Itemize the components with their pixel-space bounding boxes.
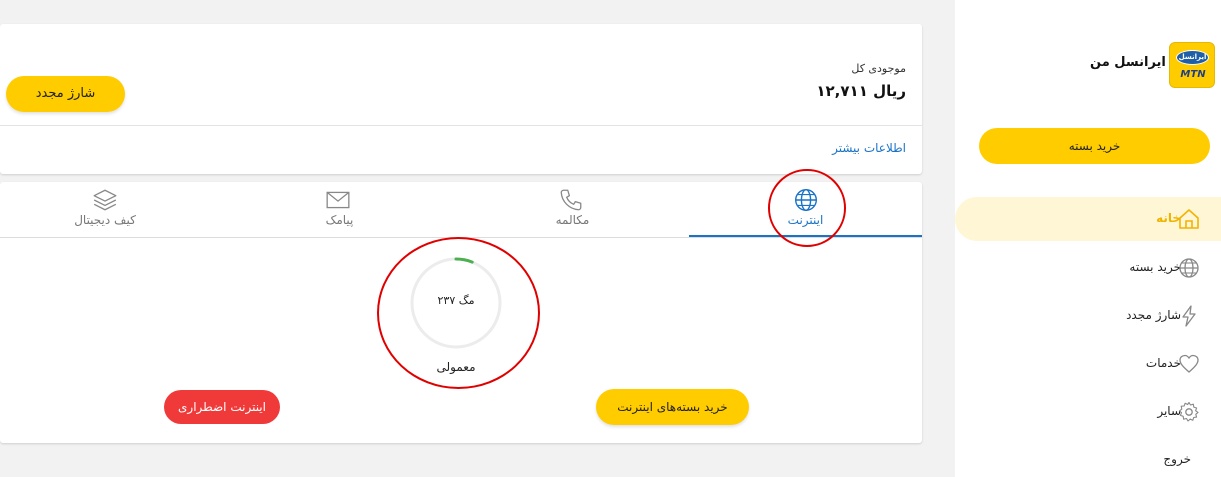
sidebar-item-recharge[interactable]: شارژ مجدد xyxy=(955,294,1221,338)
sidebar-item-buy-package[interactable]: خرید بسته xyxy=(955,246,1221,290)
divider xyxy=(0,125,922,126)
balance-value: ۱۲,۷۱۱ ریال xyxy=(816,82,906,100)
logo-mtn: MTN xyxy=(1180,69,1206,80)
more-info-link[interactable]: اطلاعات بیشتر xyxy=(832,141,906,155)
tab-label: کیف دیجیتال xyxy=(74,213,136,227)
balance-label: موجودی کل xyxy=(851,62,906,75)
buy-internet-packages-button[interactable]: خرید بسته‌های اینترنت xyxy=(596,389,749,425)
buy-package-button[interactable]: خرید بسته xyxy=(979,128,1210,164)
sidebar-item-label: خرید بسته xyxy=(1129,260,1181,274)
tab-label: مکالمه xyxy=(555,213,590,227)
sidebar-item-label: خدمات xyxy=(1145,356,1181,370)
home-icon xyxy=(1179,209,1199,229)
globe-icon xyxy=(1179,258,1199,278)
sidebar-item-home[interactable]: خانه xyxy=(955,197,1221,241)
sidebar-item-logout[interactable]: خروج xyxy=(955,438,1221,477)
sidebar-item-label: شارژ مجدد xyxy=(1126,308,1181,322)
sidebar-item-services[interactable]: خدمات xyxy=(955,342,1221,386)
tab-sms[interactable]: پیامک xyxy=(223,182,456,238)
envelope-icon xyxy=(326,191,350,209)
lightning-icon xyxy=(1182,305,1196,327)
heart-icon xyxy=(1179,354,1199,373)
logo-text: ایرانسل xyxy=(1176,50,1209,65)
irancell-logo: ایرانسل MTN xyxy=(1169,42,1215,88)
emergency-internet-button[interactable]: اینترنت اضطراری xyxy=(164,390,280,424)
recharge-button[interactable]: شارژ مجدد xyxy=(6,76,125,112)
tab-digital-wallet[interactable]: کیف دیجیتال xyxy=(0,182,210,238)
app-title: ایرانسل من xyxy=(1090,55,1166,70)
tab-label: پیامک xyxy=(325,213,354,227)
annotation-circle-gauge xyxy=(377,237,540,389)
layers-icon xyxy=(93,189,117,211)
sidebar-item-label: خروج xyxy=(1163,452,1191,466)
phone-icon xyxy=(560,189,582,211)
gear-icon xyxy=(1178,401,1199,422)
tab-calls[interactable]: مکالمه xyxy=(456,182,689,238)
sidebar-item-other[interactable]: سایر xyxy=(955,390,1221,434)
balance-card: موجودی کل ۱۲,۷۱۱ ریال شارژ مجدد اطلاعات … xyxy=(0,24,922,174)
sidebar: ایرانسل من ایرانسل MTN خرید بسته خانه خر… xyxy=(955,0,1221,477)
annotation-circle-internet-tab xyxy=(768,169,846,247)
